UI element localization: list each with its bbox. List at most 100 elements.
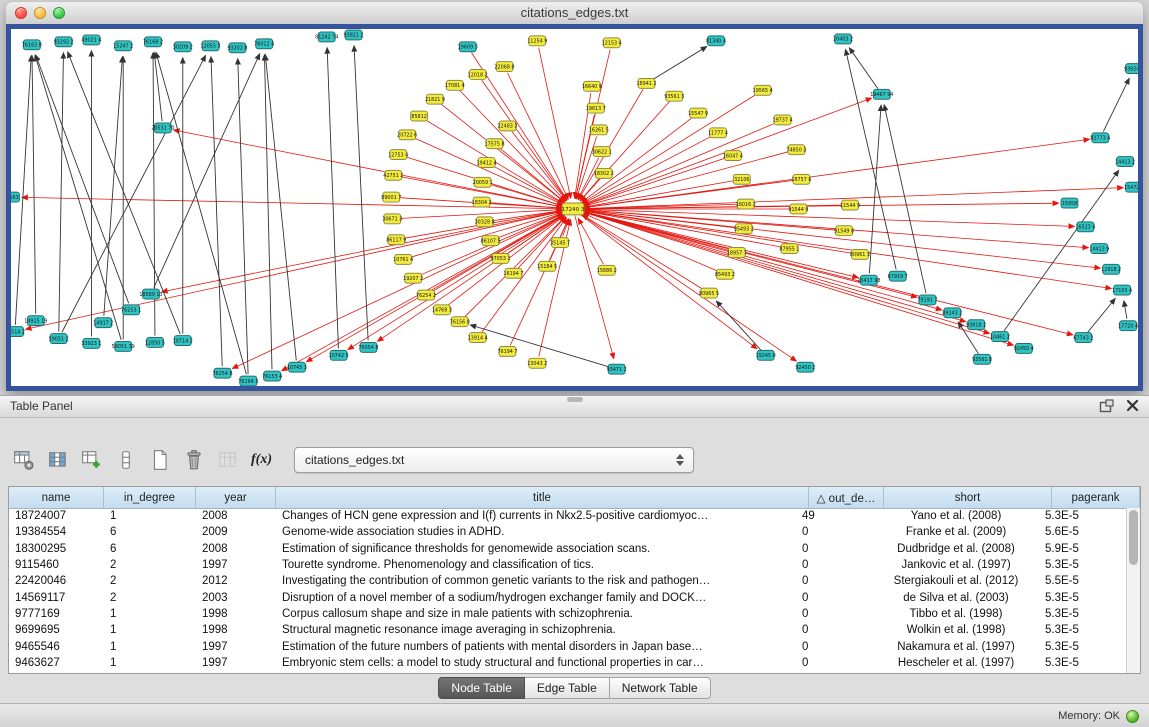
- graph-node[interactable]: 42751 2: [383, 170, 403, 180]
- graph-node[interactable]: 18714 2: [173, 336, 193, 346]
- graph-node[interactable]: 12918 2: [1101, 264, 1121, 274]
- graph-node[interactable]: 93561 8: [972, 354, 992, 364]
- graph-node[interactable]: 76254 2: [416, 290, 436, 300]
- table-row[interactable]: 977716911998Corpus callosum shape and si…: [9, 606, 1127, 622]
- graph-node[interactable]: 20417 98: [857, 275, 880, 285]
- graph-node[interactable]: 21821 9: [425, 94, 445, 104]
- function-builder-icon[interactable]: f(x): [248, 447, 275, 474]
- row-options-icon[interactable]: [112, 447, 139, 474]
- graph-node[interactable]: 76153 4: [262, 371, 282, 381]
- graph-node[interactable]: 14917 2: [93, 318, 113, 328]
- graph-node[interactable]: 30209 2: [173, 42, 193, 52]
- graph-node[interactable]: 76253 1: [121, 305, 141, 315]
- graph-node[interactable]: 95493 2: [734, 224, 754, 234]
- graph-node[interactable]: 93818 2: [966, 320, 986, 330]
- graph-node[interactable]: 49021 4: [81, 35, 101, 45]
- column-header-pagerank[interactable]: pagerank: [1052, 487, 1140, 508]
- graph-node[interactable]: 89143 2: [942, 308, 962, 318]
- graph-node[interactable]: 87955 1: [779, 244, 799, 254]
- zoom-window-button[interactable]: [53, 7, 65, 19]
- graph-node[interactable]: 20403 2: [833, 34, 853, 44]
- graph-node[interactable]: 86117 9: [386, 235, 406, 245]
- column-header-short[interactable]: short: [884, 487, 1052, 508]
- tab-network-table[interactable]: Network Table: [610, 677, 711, 699]
- graph-node[interactable]: 76012 4: [254, 39, 274, 49]
- graph-node[interactable]: 35145 7: [550, 238, 570, 248]
- table-mode-icon[interactable]: [10, 447, 37, 474]
- float-panel-icon[interactable]: [1099, 399, 1114, 414]
- table-source-select[interactable]: citations_edges.txt: [294, 447, 694, 473]
- graph-node[interactable]: 93292 2: [54, 37, 74, 47]
- graph-node[interactable]: 10761 4: [393, 254, 413, 264]
- scrollbar-thumb[interactable]: [1129, 510, 1138, 565]
- graph-node[interactable]: 92450 4: [1014, 343, 1034, 353]
- graph-node[interactable]: 17081 4: [445, 80, 465, 90]
- graph-node[interactable]: 82773 4: [1090, 133, 1110, 143]
- graph-node[interactable]: 16640 9: [582, 81, 602, 91]
- graph-node[interactable]: 76194 7: [497, 346, 517, 356]
- network-canvas[interactable]: 17240 322068 812018 217081 421821 985812…: [11, 29, 1138, 386]
- graph-node[interactable]: 32106: [733, 174, 750, 184]
- graph-node[interactable]: 15472 8: [1124, 182, 1138, 192]
- table-row[interactable]: 2242004622012Investigating the contribut…: [9, 573, 1127, 589]
- graph-node[interactable]: 16523 4: [1075, 222, 1095, 232]
- tab-edge-table[interactable]: Edge Table: [525, 677, 610, 699]
- graph-node[interactable]: 89001 7: [381, 192, 401, 202]
- graph-node[interactable]: 18302 2: [594, 168, 614, 178]
- graph-node[interactable]: 19565 4: [753, 85, 773, 95]
- graph-node[interactable]: 17575 8: [485, 139, 505, 149]
- graph-node[interactable]: 20722 6: [397, 130, 417, 140]
- graph-node[interactable]: 81242 74: [315, 32, 338, 42]
- graph-node[interactable]: 80961 3: [850, 250, 870, 260]
- hub-node[interactable]: 17240 3: [562, 203, 585, 215]
- graph-node[interactable]: 18941 2: [636, 78, 656, 88]
- graph-node[interactable]: 30328 8: [475, 217, 495, 227]
- graph-node[interactable]: 22483 3: [497, 121, 517, 131]
- close-panel-icon[interactable]: [1126, 399, 1141, 414]
- table-row[interactable]: 969969511998Structural magnetic resonanc…: [9, 622, 1127, 638]
- new-table-icon[interactable]: [146, 447, 173, 474]
- graph-node[interactable]: 19737 4: [772, 115, 792, 125]
- table-row[interactable]: 1830029562008Estimation of significance …: [9, 541, 1127, 557]
- graph-node[interactable]: 85493 2: [715, 269, 735, 279]
- graph-node[interactable]: 93471 2: [607, 364, 627, 374]
- graph-node[interactable]: 20059 1: [473, 177, 493, 187]
- close-window-button[interactable]: [15, 7, 27, 19]
- graph-node[interactable]: 59051 2: [49, 334, 69, 344]
- show-columns-icon[interactable]: [44, 447, 71, 474]
- graph-node[interactable]: 93202 8: [227, 43, 247, 53]
- vertical-scrollbar[interactable]: [1126, 508, 1140, 673]
- graph-node[interactable]: 93561 3: [664, 91, 684, 101]
- column-header-out_degree[interactable]: △ out_de…: [809, 487, 884, 508]
- memory-indicator[interactable]: [1126, 710, 1139, 723]
- minimize-window-button[interactable]: [34, 7, 46, 19]
- graph-node[interactable]: 19609 3: [458, 42, 478, 52]
- graph-node[interactable]: 11544 9: [840, 200, 860, 210]
- graph-node[interactable]: 17103 4: [1112, 285, 1132, 295]
- graph-node[interactable]: 67743 2: [1073, 333, 1093, 343]
- graph-node[interactable]: 15247 2: [113, 41, 133, 51]
- graph-node[interactable]: 15958: [1061, 198, 1078, 208]
- graph-node[interactable]: 30622 1: [592, 147, 612, 157]
- graph-node[interactable]: 18304 2: [472, 197, 492, 207]
- panel-resize-grip[interactable]: [567, 397, 583, 402]
- graph-node[interactable]: 85812: [411, 111, 428, 121]
- graph-node[interactable]: 12753 4: [388, 150, 408, 160]
- graph-node[interactable]: 59051 39: [112, 341, 135, 351]
- graph-node[interactable]: 14413 9: [1089, 244, 1109, 254]
- graph-node[interactable]: 91549 8: [834, 226, 854, 236]
- graph-node[interactable]: 14915 19: [24, 316, 47, 326]
- graph-node[interactable]: 13914 4: [468, 333, 488, 343]
- graph-node[interactable]: 10742 5: [329, 350, 349, 360]
- tab-node-table[interactable]: Node Table: [438, 677, 525, 699]
- graph-node[interactable]: 12850 5: [145, 338, 165, 348]
- graph-node[interactable]: 11254 9: [527, 36, 547, 46]
- graph-node[interactable]: 12055 3: [201, 41, 221, 51]
- graph-node[interactable]: 19207 2: [403, 273, 423, 283]
- graph-node[interactable]: 76156 8: [450, 317, 470, 327]
- graph-node[interactable]: 13043 2: [527, 358, 547, 368]
- graph-node[interactable]: 93514 2: [11, 327, 25, 337]
- graph-node[interactable]: 16016 2: [736, 199, 756, 209]
- graph-node[interactable]: 67919 7: [888, 271, 908, 281]
- edit-columns-icon[interactable]: [78, 447, 105, 474]
